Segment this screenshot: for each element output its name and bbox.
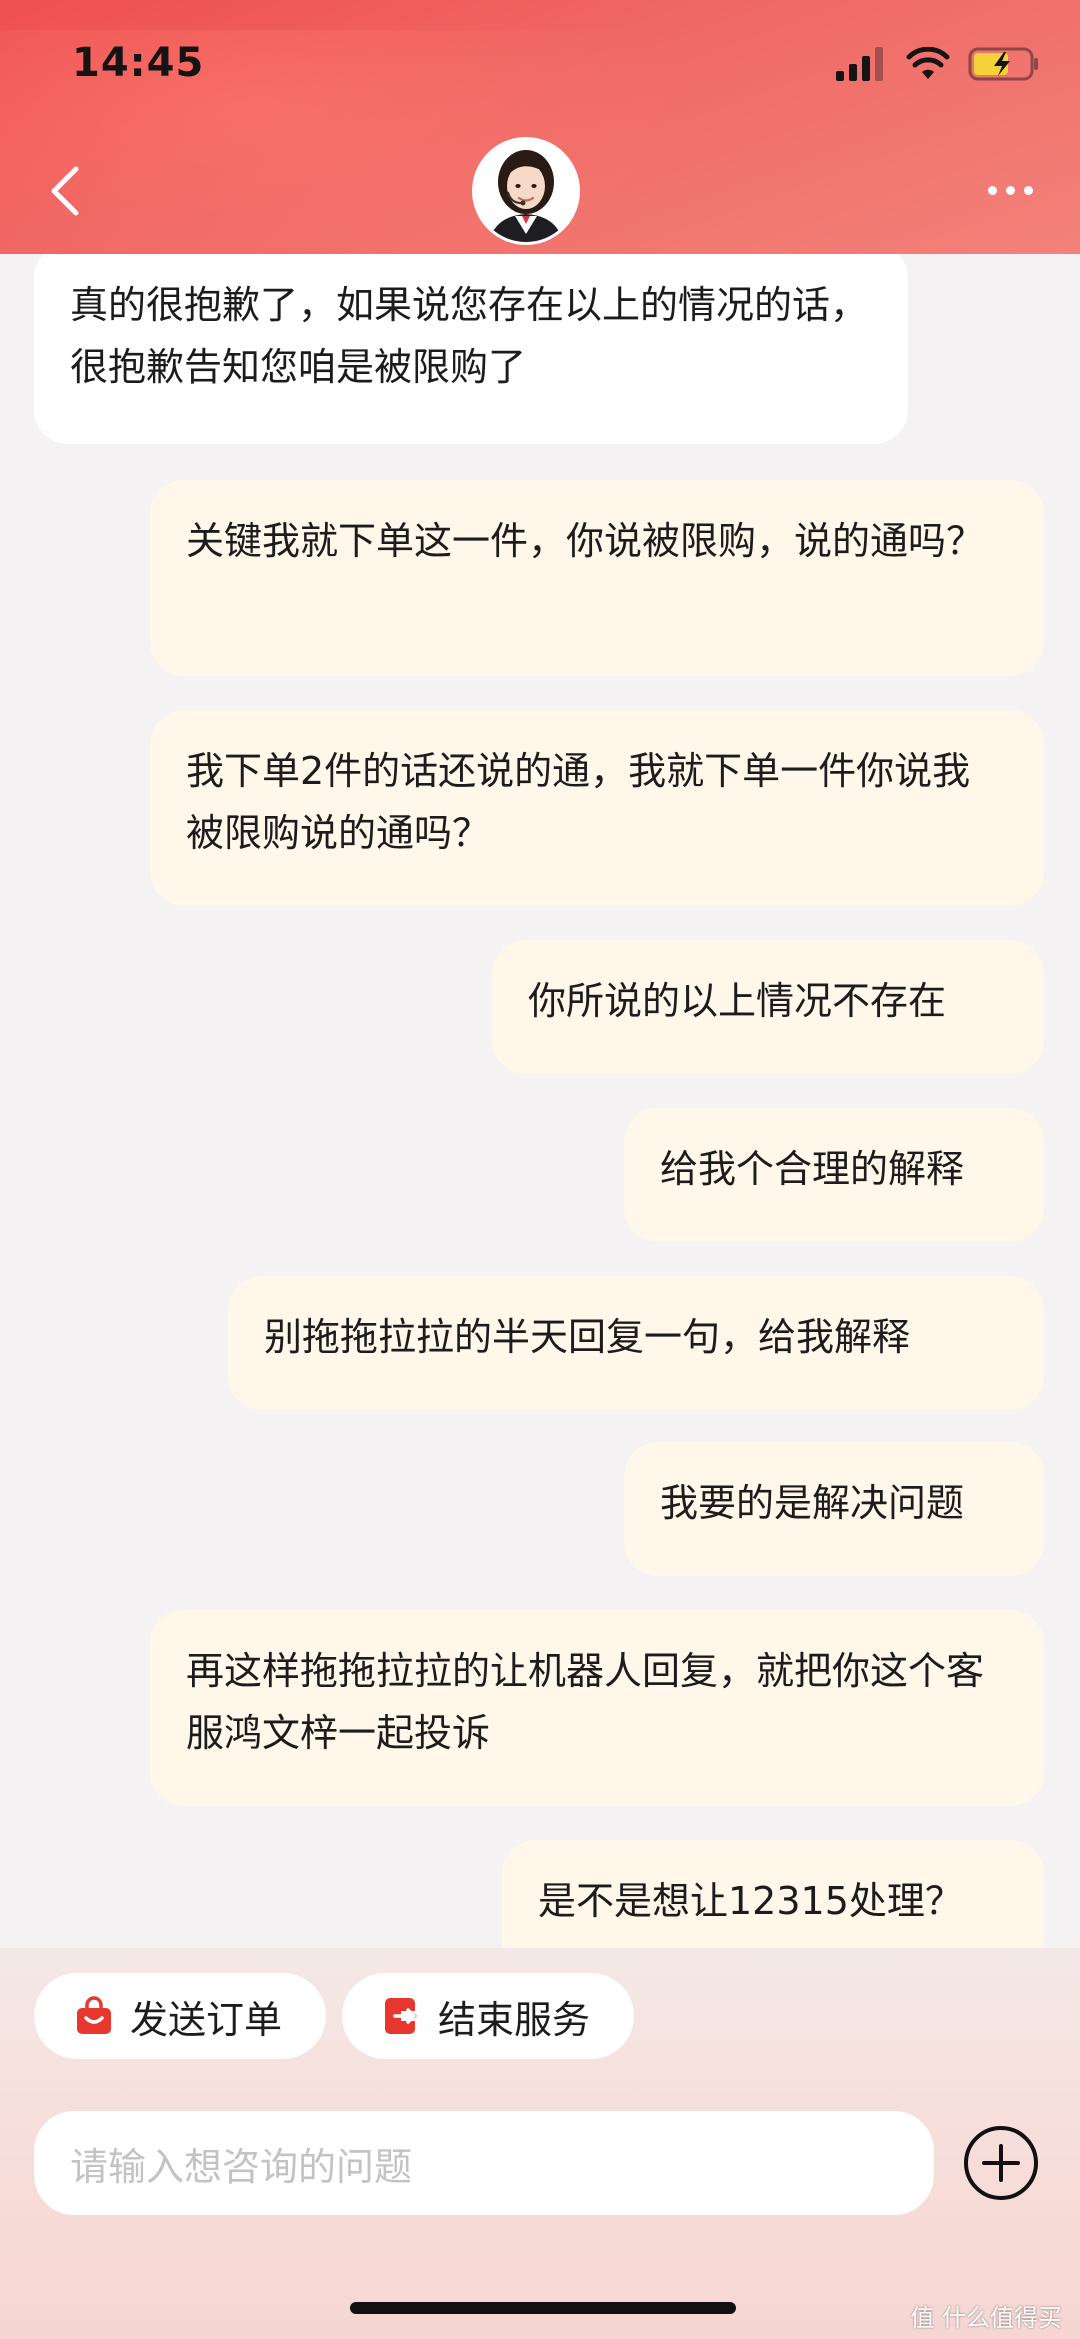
message-text: 给我个合理的解释 [660,1147,965,1191]
message-bubble-user: 我要的是解决问题 [624,1442,1044,1576]
message-text: 再这样拖拖拉拉的让机器人回复，就把你这个客服鸿文梓一起投诉 [186,1649,985,1755]
battery-icon [968,46,1040,86]
message-bubble-user: 我下单2件的话还说的通，我就下单一件你说我被限购说的通吗？ [150,710,1044,906]
message-bubble-user: 你所说的以上情况不存在 [492,940,1044,1074]
more-dot-icon [987,185,997,195]
chat-area[interactable]: 真的很抱歉了，如果说您存在以上的情况的话，很抱歉告知您咱是被限购了 关键我就下单… [0,254,1080,1948]
status-icons [836,44,1040,88]
more-dot-icon [1023,185,1033,195]
watermark: 值 什么值得买 [910,2298,1062,2333]
back-button[interactable] [40,156,90,226]
message-bubble-user: 给我个合理的解释 [624,1108,1044,1242]
message-bubble-user: 再这样拖拖拉拉的让机器人回复，就把你这个客服鸿文梓一起投诉 [150,1610,1044,1806]
signal-icon [836,47,888,85]
message-bubble-user: 是不是想让12315处理？ [502,1840,1044,1948]
message-text: 别拖拖拉拉的半天回复一句，给我解释 [264,1315,911,1359]
message-bubble-agent: 真的很抱歉了，如果说您存在以上的情况的话，很抱歉告知您咱是被限购了 [34,254,908,444]
plus-icon [964,2126,1038,2200]
input-placeholder: 请输入想咨询的问题 [70,2144,413,2189]
more-button[interactable] [980,170,1040,210]
agent-portrait-icon [475,140,577,242]
agent-avatar[interactable] [472,137,580,245]
message-text: 关键我就下单这一件，你说被限购，说的通吗？ [186,519,985,563]
message-text: 是不是想让12315处理？ [538,1879,963,1923]
message-text: 我要的是解决问题 [660,1481,965,1525]
message-bubble-user: 别拖拖拉拉的半天回复一句，给我解释 [228,1276,1044,1410]
add-button[interactable] [962,2124,1040,2202]
message-bubble-user: 关键我就下单这一件，你说被限购，说的通吗？ [150,480,1044,676]
watermark-text: 值 什么值得买 [910,2304,1062,2332]
shopping-bag-icon [74,1996,114,2036]
message-input[interactable]: 请输入想咨询的问题 [34,2111,934,2215]
exit-icon [382,1996,422,2036]
send-order-label: 发送订单 [130,1997,283,2042]
send-order-button[interactable]: 发送订单 [34,1973,326,2059]
end-service-label: 结束服务 [438,1997,591,2042]
end-service-button[interactable]: 结束服务 [342,1973,634,2059]
more-dot-icon [1005,185,1015,195]
message-text: 真的很抱歉了，如果说您存在以上的情况的话，很抱歉告知您咱是被限购了 [70,283,869,389]
status-time: 14:45 [72,40,205,86]
home-indicator[interactable] [350,2302,736,2314]
chevron-left-icon [51,166,79,216]
message-text: 你所说的以上情况不存在 [528,979,947,1023]
chat-header: 14:45 [0,0,1080,254]
wifi-icon [906,46,950,85]
message-text: 我下单2件的话还说的通，我就下单一件你说我被限购说的通吗？ [186,749,971,855]
